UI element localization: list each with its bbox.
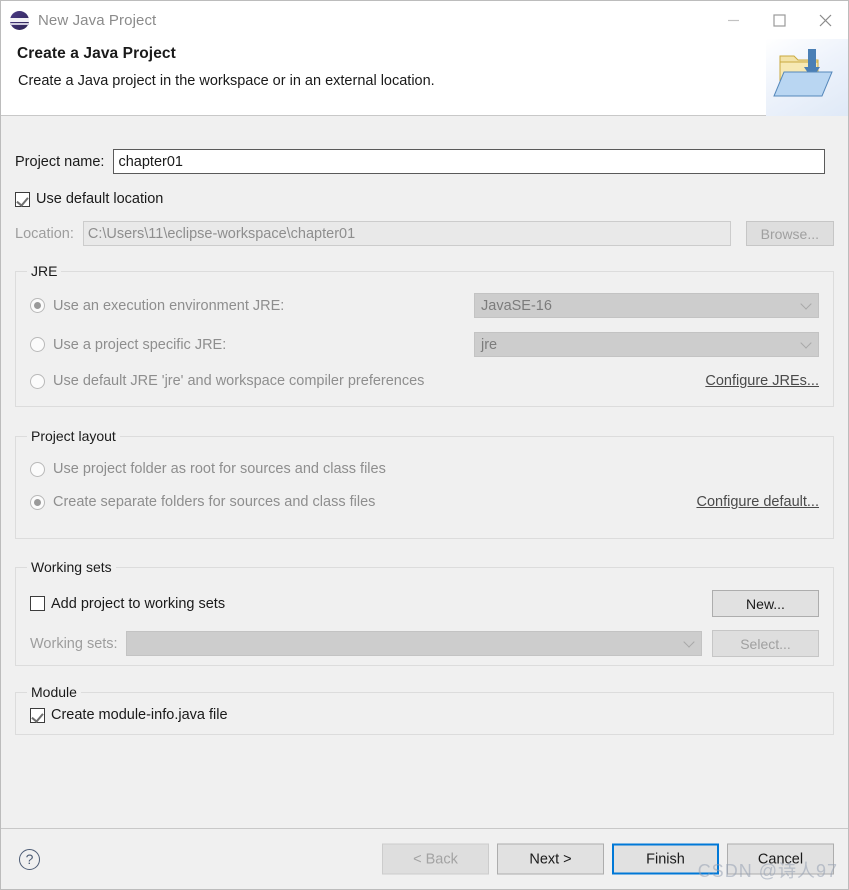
working-sets-group: Working sets Add project to working sets… xyxy=(15,559,834,666)
new-working-set-button[interactable]: New... xyxy=(712,590,819,617)
title-bar: New Java Project xyxy=(1,1,848,39)
execution-environment-value: JavaSE-16 xyxy=(481,297,552,314)
jre-project-specific-radio[interactable] xyxy=(30,337,45,352)
jre-execution-environment-radio[interactable] xyxy=(30,298,45,313)
eclipse-icon xyxy=(10,10,29,30)
jre-default-label: Use default JRE 'jre' and workspace comp… xyxy=(53,373,425,389)
window-controls xyxy=(710,1,848,39)
layout-project-folder-label: Use project folder as root for sources a… xyxy=(53,461,386,477)
create-module-info-label: Create module-info.java file xyxy=(51,707,228,723)
select-working-set-button[interactable]: Select... xyxy=(712,630,819,657)
configure-default-link[interactable]: Configure default... xyxy=(696,494,819,510)
back-button[interactable]: < Back xyxy=(382,843,489,875)
maximize-icon[interactable] xyxy=(756,1,802,39)
help-icon[interactable]: ? xyxy=(19,848,40,870)
minimize-icon[interactable] xyxy=(710,1,756,39)
browse-button[interactable]: Browse... xyxy=(745,221,834,246)
add-to-working-sets-label: Add project to working sets xyxy=(51,595,226,612)
footer-buttons: < Back Next > Finish Cancel xyxy=(382,843,834,875)
layout-separate-folders-label: Create separate folders for sources and … xyxy=(53,494,376,510)
jre-default-radio[interactable] xyxy=(30,373,45,389)
working-sets-label: Working sets: xyxy=(30,635,118,652)
jre-group: JRE Use an execution environment JRE: Ja… xyxy=(15,263,834,407)
jre-execution-environment-label: Use an execution environment JRE: xyxy=(53,297,285,314)
jre-project-specific-label: Use a project specific JRE: xyxy=(53,336,227,353)
new-java-project-dialog: New Java Project Create a Java Project C… xyxy=(0,0,849,890)
layout-separate-folders-radio[interactable] xyxy=(30,494,45,510)
project-name-label: Project name: xyxy=(15,153,105,170)
location-label: Location: xyxy=(15,225,74,242)
project-name-row: Project name: xyxy=(15,149,834,174)
next-button[interactable]: Next > xyxy=(497,843,604,875)
project-layout-group-title: Project layout xyxy=(27,428,120,444)
chevron-down-icon xyxy=(800,336,812,349)
window-title: New Java Project xyxy=(38,11,157,29)
create-module-info-row[interactable]: Create module-info.java file xyxy=(30,707,819,723)
add-to-working-sets-row[interactable]: Add project to working sets New... xyxy=(30,590,819,617)
folder-with-arrow-icon xyxy=(766,39,848,117)
location-row: Location: Browse... xyxy=(15,221,834,246)
module-group-title: Module xyxy=(27,684,81,700)
dialog-banner: Create a Java Project Create a Java proj… xyxy=(1,39,848,117)
project-jre-value: jre xyxy=(481,336,498,353)
dialog-footer: ? < Back Next > Finish Cancel CSDN @诗人97 xyxy=(1,828,848,889)
layout-option-root-row[interactable]: Use project folder as root for sources a… xyxy=(30,461,819,477)
dialog-body: Project name: Use default location Locat… xyxy=(1,116,848,828)
use-default-location-row[interactable]: Use default location xyxy=(15,191,834,207)
jre-option-default-row[interactable]: Use default JRE 'jre' and workspace comp… xyxy=(30,372,819,390)
project-name-input[interactable] xyxy=(113,149,825,174)
layout-option-separate-row[interactable]: Create separate folders for sources and … xyxy=(30,494,819,510)
configure-jres-link[interactable]: Configure JREs... xyxy=(705,373,819,389)
close-icon[interactable] xyxy=(802,1,848,39)
finish-button[interactable]: Finish xyxy=(612,843,719,875)
working-sets-dropdown[interactable] xyxy=(125,631,702,656)
cancel-button[interactable]: Cancel xyxy=(727,843,834,875)
location-input[interactable] xyxy=(82,221,731,246)
project-layout-group: Project layout Use project folder as roo… xyxy=(15,428,834,539)
execution-environment-dropdown[interactable]: JavaSE-16 xyxy=(474,293,819,318)
jre-option-project-specific-row[interactable]: Use a project specific JRE: jre xyxy=(30,332,819,357)
create-module-info-checkbox[interactable] xyxy=(30,707,45,723)
jre-option-execution-environment-row[interactable]: Use an execution environment JRE: JavaSE… xyxy=(30,293,819,318)
use-default-location-checkbox[interactable] xyxy=(15,191,30,207)
module-group: Module Create module-info.java file xyxy=(15,684,834,735)
chevron-down-icon xyxy=(683,635,695,648)
use-default-location-label: Use default location xyxy=(36,191,164,207)
project-jre-dropdown[interactable]: jre xyxy=(474,332,819,357)
chevron-down-icon xyxy=(800,297,812,310)
page-description: Create a Java project in the workspace o… xyxy=(18,73,435,89)
add-to-working-sets-checkbox[interactable] xyxy=(30,596,45,611)
layout-project-folder-radio[interactable] xyxy=(30,461,45,477)
working-sets-row: Working sets: Select... xyxy=(30,630,819,657)
page-title: Create a Java Project xyxy=(17,45,176,62)
jre-group-title: JRE xyxy=(27,263,62,279)
working-sets-group-title: Working sets xyxy=(27,559,116,575)
